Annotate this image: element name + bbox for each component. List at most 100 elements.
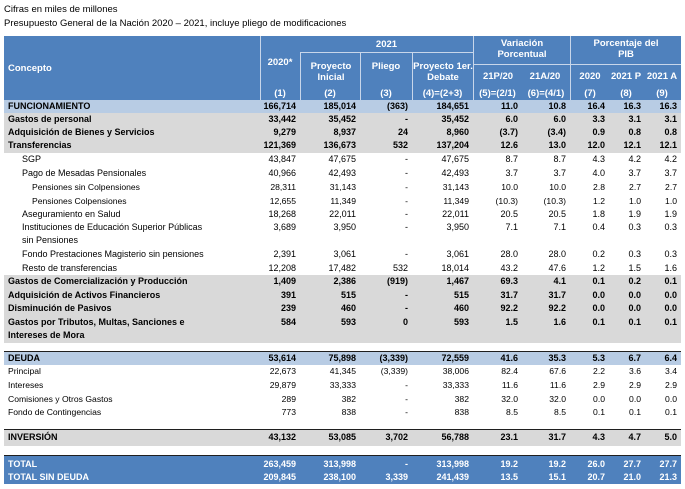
cell-c7: 0.0 [592,303,605,313]
cell-c6: 31.7 [548,432,566,442]
row-label: Instituciones de Educación Superior Públ… [22,222,203,232]
cell-c8: 21.0 [623,472,641,482]
table-row: sin Pensiones [4,234,681,247]
cell-c4: 1,467 [446,276,469,286]
cell-c8: 0.0 [629,394,641,404]
cell-c5: 32.0 [501,394,518,404]
cell-c3: 24 [397,127,408,137]
cell-c3: - [405,196,408,206]
row-label: Intereses de Mora [8,330,85,340]
cell-c7: 2.8 [593,182,605,192]
cell-c7: 1.2 [592,263,605,273]
cell-c6: 13.0 [548,140,566,150]
cell-c6: 4.1 [553,276,566,286]
cell-c3: - [405,407,408,417]
separator-inversion [4,429,681,430]
cell-c4: 18,014 [441,263,469,273]
table-row: SGP 43,847 47,675 - 47,675 8.7 8.7 4.3 4.2 4.2 [4,153,681,166]
cell-c4: 382 [454,394,469,404]
cell-c8: 3.6 [629,366,641,376]
header-col-5: (5)=(2/1) [479,88,516,99]
cell-c1: 391 [280,290,296,300]
cell-c9: 0.1 [664,317,677,327]
cell-c1: 289 [281,394,296,404]
cell-c8: 1.9 [628,209,641,219]
header-porcentaje-pib: Porcentaje del PIB [593,38,659,60]
cell-c7: 0.0 [593,394,605,404]
row-label: Fondo de Contingencias [8,407,102,417]
cell-c2: 17,482 [328,263,356,273]
cell-c8: 0.2 [628,276,641,286]
cell-c7: 1.2 [593,196,605,206]
table-caption-units: Cifras en miles de millones [4,4,118,15]
cell-c5: 31.7 [500,290,518,300]
cell-c6: 15.1 [548,472,566,482]
cell-c8: 4.2 [628,154,641,164]
row-label: Adquisición de Activos Financieros [8,290,161,300]
cell-c4: 515 [453,290,469,300]
header-pib-2021p: 2021 P [610,71,642,82]
cell-c6: 8.5 [554,407,566,417]
cell-c4: 35,452 [441,114,469,124]
header-pib-2021a: 2021 A [646,71,678,82]
header-col-9: (9) [656,88,668,99]
cell-c8: 3.1 [628,114,641,124]
cell-c9: 1.6 [664,263,677,273]
cell-c1: 773 [281,407,296,417]
cell-c3: 3,702 [385,432,408,442]
cell-c2: 185,014 [323,101,356,111]
row-label: Adquisición de Bienes y Servicios [8,127,155,137]
cell-c8: 2.7 [629,182,641,192]
cell-c9: 3.7 [664,168,677,178]
cell-c7: 2.9 [593,380,605,390]
cell-c6: 10.0 [549,182,566,192]
cell-c2: 515 [340,290,356,300]
cell-c3: 0 [402,317,408,327]
cell-c1: 12,655 [269,196,296,206]
cell-c5: 13.5 [500,472,518,482]
cell-c4: 56,788 [441,432,469,442]
cell-c9: 0.3 [664,222,677,232]
cell-c7: 0.1 [592,317,605,327]
cell-c6: 19.2 [548,459,566,469]
cell-c6: 10.8 [548,101,566,111]
cell-c8: 0.0 [628,303,641,313]
cell-c4: 38,006 [442,366,469,376]
header-col-4: (4)=(2+3) [422,88,463,99]
cell-c3: 532 [392,140,408,150]
header-proyecto-1er-debate: Proyecto 1er. Debate [413,61,473,83]
cell-c4: 460 [453,303,469,313]
cell-c6: 32.0 [549,394,566,404]
cell-c2: 75,898 [328,353,356,363]
row-label: TOTAL SIN DEUDA [8,472,90,482]
cell-c4: 42,493 [441,168,469,178]
cell-c4: 33,333 [442,380,469,390]
table-row: Gastos por Tributos, Multas, Sanciones e… [4,316,681,329]
cell-c4: 313,998 [436,459,469,469]
cell-c7: 4.3 [592,432,605,442]
row-label: Intereses [8,380,44,390]
table-row: Instituciones de Educación Superior Públ… [4,221,681,234]
cell-c2: 593 [340,317,356,327]
cell-c6: 28.0 [548,249,566,259]
cell-c5: 92.2 [500,303,518,313]
table-row: INVERSIÓN 43,132 53,085 3,702 56,788 23.1 31.7… [4,431,681,444]
row-label: Gastos de personal [8,114,92,124]
row-label: Pensiones sin Colpensiones [32,182,140,192]
cell-c9: 3.1 [664,114,677,124]
table-row: TOTAL 263,459 313,998 - 313,998 19.2 19.2 26.0 2… [4,458,681,471]
row-label: Gastos de Comercialización y Producción [8,276,188,286]
cell-c3: - [405,154,408,164]
table-row: Gastos de Comercialización y Producción 1… [4,275,681,288]
table-row: Transferencias 121,369 136,673 532 137,204 12… [4,139,681,152]
table-row: Disminución de Pasivos 239 460 - 460 92.2 92.2… [4,302,681,315]
cell-c2: 8,937 [333,127,356,137]
row-label: Resto de transferencias [22,263,118,273]
cell-c9: 0.3 [664,249,677,259]
table-row: Pensiones Colpensiones 12,655 11,349 - 11,34… [4,195,681,208]
cell-c5: 20.5 [500,209,518,219]
cell-c4: 184,651 [436,101,469,111]
cell-c4: 3,950 [446,222,469,232]
cell-c6: 31.7 [548,290,566,300]
cell-c1: 43,132 [268,432,296,442]
